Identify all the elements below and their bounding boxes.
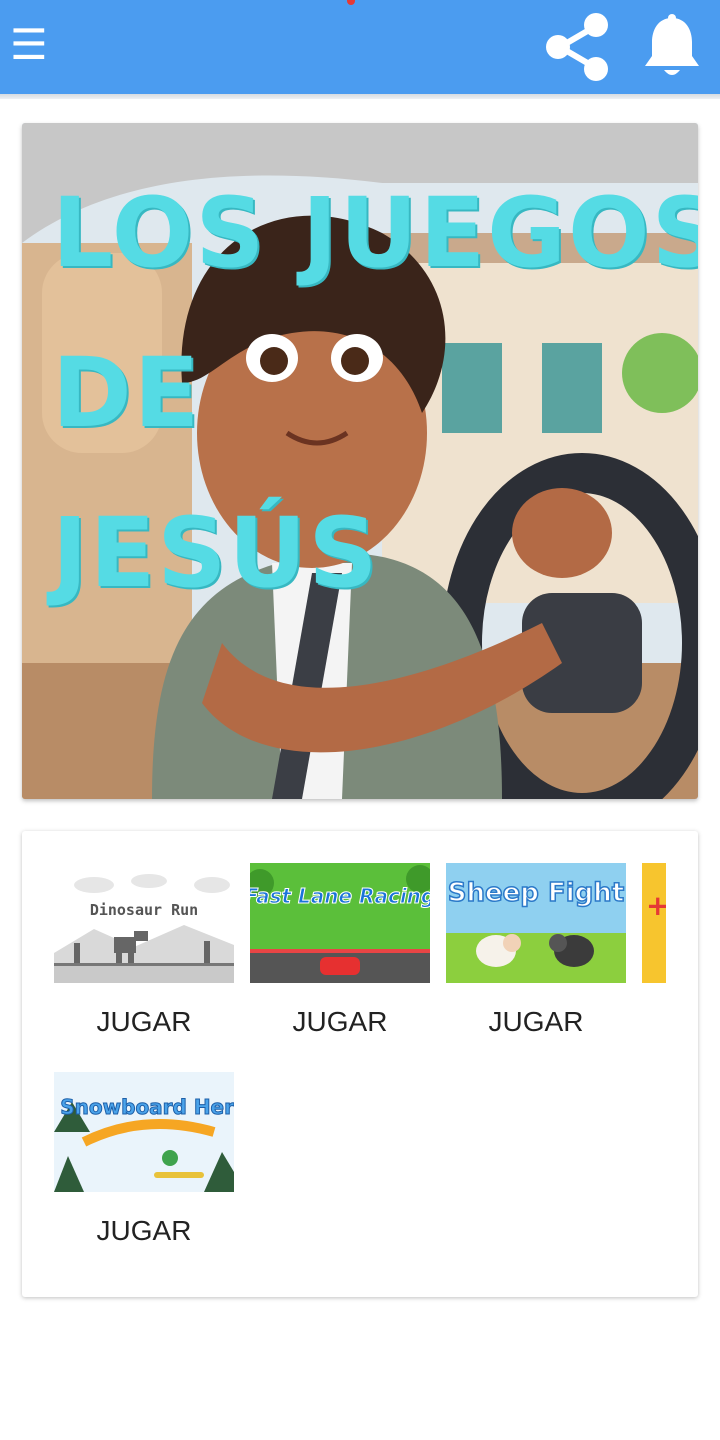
thumb-title: Snowboard Hero bbox=[60, 1095, 234, 1119]
game-thumbnail[interactable]: Fast Lane Racing bbox=[250, 863, 430, 983]
top-app-bar: ☰ bbox=[0, 0, 720, 94]
thumb-title: Fast Lane Racing bbox=[250, 884, 430, 908]
games-grid: Dinosaur Run JUGAR Fast Lane Racing JUGA… bbox=[22, 831, 698, 1297]
play-button[interactable]: JUGAR bbox=[54, 1005, 234, 1039]
hero-title-line-1: LOS JUEGOS bbox=[52, 177, 698, 289]
hero-title-line-3: JESÚS bbox=[52, 497, 380, 609]
game-item-dinosaur-run[interactable]: Dinosaur Run JUGAR bbox=[54, 863, 234, 1039]
app-bar-shadow bbox=[0, 94, 720, 99]
menu-icon[interactable]: ☰ bbox=[10, 22, 48, 68]
play-button[interactable]: JUGAR bbox=[54, 1214, 234, 1248]
share-icon[interactable] bbox=[540, 10, 614, 84]
thumb-title: Sheep Fight bbox=[448, 878, 624, 908]
game-item-snowboard-hero[interactable]: Snowboard Hero JUGAR bbox=[54, 1072, 234, 1248]
game-thumbnail[interactable]: Sheep Fight bbox=[446, 863, 626, 983]
game-item-sheep-fight[interactable]: Sheep Fight JUGAR bbox=[446, 863, 626, 1039]
thumb-title: + 1 bbox=[646, 889, 666, 922]
play-button[interactable]: JUGAR bbox=[250, 1005, 430, 1039]
game-thumbnail[interactable]: + 1 bbox=[642, 863, 666, 983]
hero-title: LOS JUEGOS DE JESÚS bbox=[52, 153, 698, 633]
game-item-fast-lane-racing[interactable]: Fast Lane Racing JUGAR bbox=[250, 863, 430, 1039]
hero-title-line-2: DE bbox=[52, 337, 202, 449]
thumb-title: Dinosaur Run bbox=[90, 901, 198, 919]
bell-icon[interactable] bbox=[640, 12, 704, 82]
play-button[interactable]: JUGAR bbox=[446, 1005, 626, 1039]
hero-banner[interactable]: LOS JUEGOS DE JESÚS bbox=[22, 123, 698, 799]
game-item-math[interactable]: + 1 bbox=[642, 863, 666, 983]
game-thumbnail[interactable]: Dinosaur Run bbox=[54, 863, 234, 983]
game-thumbnail[interactable]: Snowboard Hero bbox=[54, 1072, 234, 1192]
